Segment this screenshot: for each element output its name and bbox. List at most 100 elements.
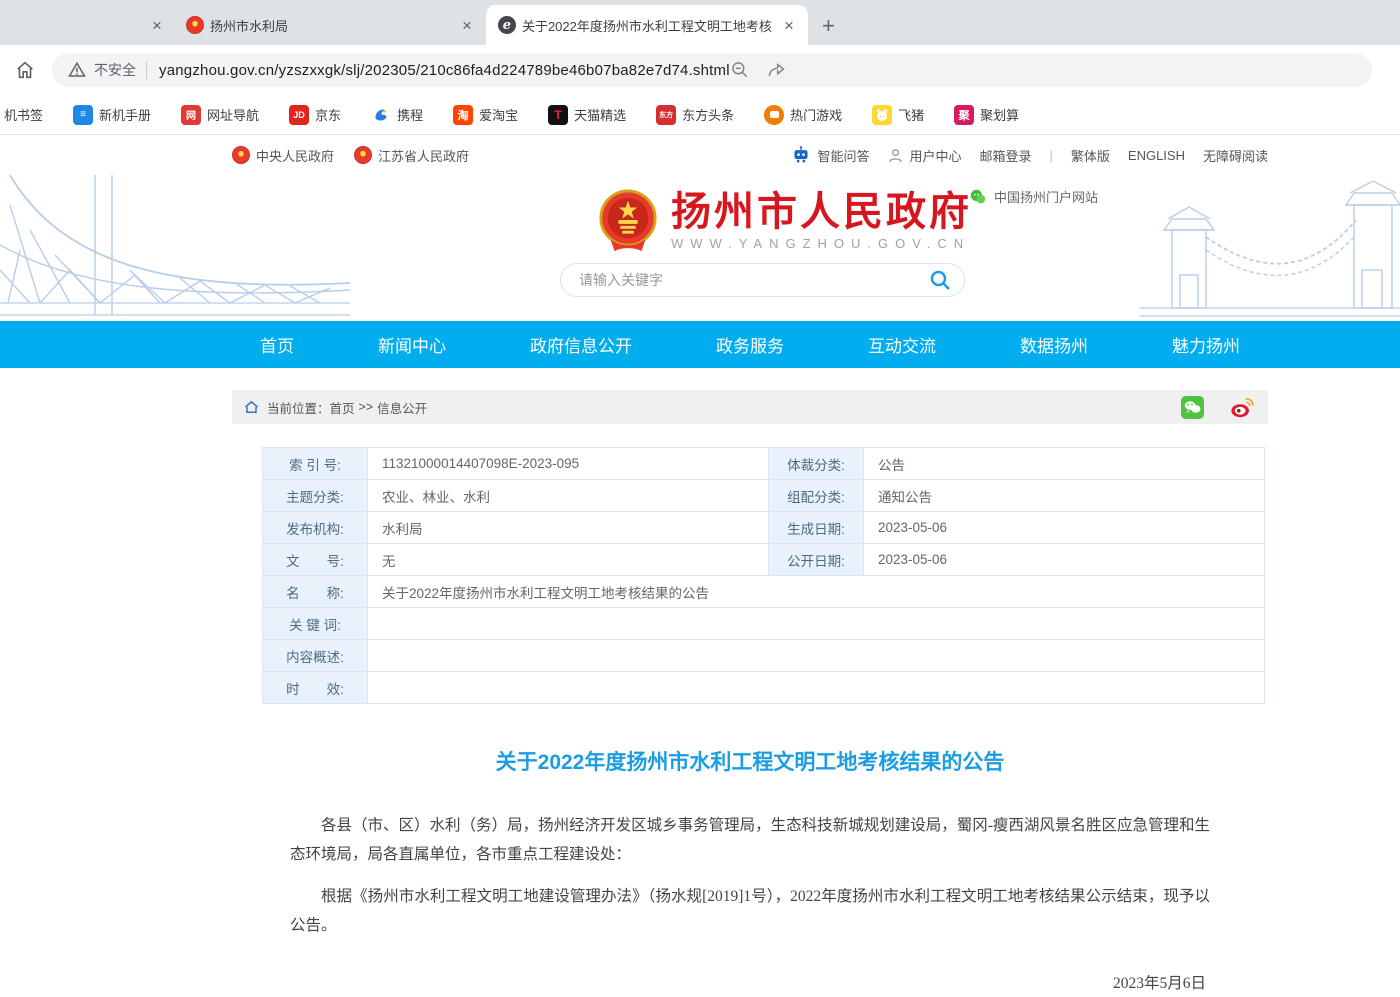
breadcrumb-prefix: 当前位置： bbox=[267, 398, 330, 417]
bookmark-fliggy[interactable]: 飞猪 bbox=[872, 105, 924, 125]
bookmark-manual[interactable]: ≡ 新机手册 bbox=[73, 105, 151, 125]
meta-label: 文 号: bbox=[263, 544, 368, 576]
table-row: 名 称: 关于2022年度扬州市水利工程文明工地考核结果的公告 bbox=[263, 576, 1265, 608]
breadcrumb: 当前位置： 首页 >> 信息公开 bbox=[232, 390, 1268, 424]
nav-site-icon: 网 bbox=[181, 105, 201, 125]
smart-qa-link[interactable]: 智能问答 bbox=[791, 146, 869, 165]
nav-charm[interactable]: 魅力扬州 bbox=[1172, 332, 1240, 357]
meta-label: 内容概述: bbox=[263, 640, 368, 672]
juhuasuan-icon: 聚 bbox=[954, 105, 974, 125]
breadcrumb-home-link[interactable]: 首页 bbox=[330, 398, 355, 417]
meta-value bbox=[368, 608, 1265, 640]
portal-link[interactable]: 中国扬州门户网站 bbox=[970, 187, 1098, 206]
table-row: 内容概述: bbox=[263, 640, 1265, 672]
wechat-share-icon[interactable] bbox=[1181, 396, 1204, 419]
site-title: 扬州市人民政府 bbox=[671, 191, 972, 233]
bookmark-nav-site[interactable]: 网 网址导航 bbox=[181, 105, 259, 125]
new-tab-button[interactable]: + bbox=[822, 13, 835, 39]
tab-active-announcement[interactable]: e 关于2022年度扬州市水利工程文明工地考核 × bbox=[486, 5, 808, 45]
user-center-link[interactable]: 用户中心 bbox=[887, 146, 961, 165]
site-search[interactable] bbox=[560, 263, 965, 297]
document-meta-table: 索 引 号: 11321000014407098E-2023-095 体裁分类:… bbox=[262, 447, 1265, 704]
link-central-gov[interactable]: 中央人民政府 bbox=[232, 146, 334, 165]
robot-icon bbox=[791, 146, 811, 164]
meta-label: 时 效: bbox=[263, 672, 368, 704]
manual-icon: ≡ bbox=[73, 105, 93, 125]
national-emblem-icon bbox=[232, 146, 250, 164]
search-input[interactable] bbox=[579, 272, 928, 288]
url-text[interactable]: yangzhou.gov.cn/yzszxxgk/slj/202305/210c… bbox=[159, 62, 730, 79]
close-icon[interactable]: × bbox=[780, 15, 798, 36]
meta-label: 主题分类: bbox=[263, 480, 368, 512]
share-icon[interactable] bbox=[766, 60, 786, 80]
dongfang-toutiao-icon: 东方 bbox=[656, 105, 676, 125]
link-jiangsu-gov[interactable]: 江苏省人民政府 bbox=[354, 146, 469, 165]
meta-value: 无 bbox=[368, 544, 769, 576]
mail-login-link[interactable]: 邮箱登录 bbox=[979, 146, 1031, 165]
meta-value: 2023-05-06 bbox=[864, 512, 1265, 544]
bookmark-juhuasuan[interactable]: 聚 聚划算 bbox=[954, 105, 1019, 125]
tab-cutoff[interactable]: × bbox=[140, 5, 174, 45]
nav-data[interactable]: 数据扬州 bbox=[1020, 332, 1088, 357]
tab-title: 关于2022年度扬州市水利工程文明工地考核 bbox=[522, 16, 774, 35]
address-bar[interactable]: 不安全 yangzhou.gov.cn/yzszxxgk/slj/202305/… bbox=[52, 53, 1372, 87]
bookmark-tmall[interactable]: T 天猫精选 bbox=[548, 105, 626, 125]
english-link[interactable]: ENGLISH bbox=[1128, 148, 1185, 163]
bookmark-cutoff[interactable]: 机书签 bbox=[4, 105, 43, 124]
main-nav-bar: 首页 新闻中心 政府信息公开 政务服务 互动交流 数据扬州 魅力扬州 bbox=[0, 321, 1400, 368]
gov-utility-bar: 中央人民政府 江苏省人民政府 智能问答 用户中心 邮 bbox=[0, 135, 1400, 175]
nav-info-disclosure[interactable]: 政府信息公开 bbox=[530, 332, 632, 357]
address-divider bbox=[146, 61, 147, 79]
announcement-article: 关于2022年度扬州市水利工程文明工地考核结果的公告 各县（市、区）水利（务）局… bbox=[232, 746, 1268, 997]
meta-value bbox=[368, 640, 1265, 672]
meta-value: 水利局 bbox=[368, 512, 769, 544]
zoom-out-icon[interactable] bbox=[730, 60, 750, 80]
fliggy-pig-icon bbox=[872, 105, 892, 125]
user-icon bbox=[887, 147, 904, 164]
meta-value: 2023-05-06 bbox=[864, 544, 1265, 576]
meta-label: 发布机构: bbox=[263, 512, 368, 544]
article-date: 2023年5月6日 bbox=[290, 971, 1210, 993]
nav-interaction[interactable]: 互动交流 bbox=[868, 332, 936, 357]
weibo-share-icon[interactable] bbox=[1230, 396, 1254, 419]
breadcrumb-section-link[interactable]: 信息公开 bbox=[377, 398, 427, 417]
table-row: 文 号: 无 公开日期: 2023-05-06 bbox=[263, 544, 1265, 576]
jd-icon: JD bbox=[289, 105, 309, 125]
table-row: 索 引 号: 11321000014407098E-2023-095 体裁分类:… bbox=[263, 448, 1265, 480]
page-title: 关于2022年度扬州市水利工程文明工地考核结果的公告 bbox=[290, 746, 1210, 776]
meta-value bbox=[368, 672, 1265, 704]
meta-value: 通知公告 bbox=[864, 480, 1265, 512]
browser-toolbar: 不安全 yangzhou.gov.cn/yzszxxgk/slj/202305/… bbox=[0, 45, 1400, 95]
bookmark-ctrip[interactable]: 携程 bbox=[371, 105, 423, 125]
taobao-icon: 淘 bbox=[453, 105, 473, 125]
tab-shuiliju[interactable]: 扬州市水利局 × bbox=[174, 5, 486, 45]
meta-value: 公告 bbox=[864, 448, 1265, 480]
site-banner: 扬州市人民政府 WWW.YANGZHOU.GOV.CN 中国扬州门户网站 bbox=[0, 175, 1400, 321]
meta-label: 体裁分类: bbox=[769, 448, 864, 480]
home-icon bbox=[244, 400, 259, 414]
bookmark-aitaobao[interactable]: 淘 爱淘宝 bbox=[453, 105, 518, 125]
table-row: 时 效: bbox=[263, 672, 1265, 704]
close-icon[interactable]: × bbox=[458, 15, 476, 36]
breadcrumb-separator: >> bbox=[359, 400, 374, 414]
nav-news[interactable]: 新闻中心 bbox=[378, 332, 446, 357]
tmall-icon: T bbox=[548, 105, 568, 125]
nav-services[interactable]: 政务服务 bbox=[716, 332, 784, 357]
article-paragraph: 根据《扬州市水利工程文明工地建设管理办法》（扬水规[2019]1号），2022年… bbox=[290, 883, 1210, 940]
meta-value: 农业、林业、水利 bbox=[368, 480, 769, 512]
accessibility-link[interactable]: 无障碍阅读 bbox=[1203, 146, 1268, 165]
table-row: 发布机构: 水利局 生成日期: 2023-05-06 bbox=[263, 512, 1265, 544]
warning-icon bbox=[68, 61, 86, 79]
wechat-portal-icon bbox=[970, 189, 986, 205]
search-icon[interactable] bbox=[928, 268, 952, 292]
national-emblem-favicon bbox=[186, 16, 204, 34]
traditional-link[interactable]: 繁体版 bbox=[1071, 146, 1110, 165]
close-icon[interactable]: × bbox=[148, 15, 166, 36]
bookmarks-bar: 机书签 ≡ 新机手册 网 网址导航 JD 京东 携程 淘 爱淘宝 T 天猫精选 … bbox=[0, 95, 1400, 135]
nav-home[interactable]: 首页 bbox=[260, 332, 294, 357]
utility-divider: | bbox=[1050, 148, 1053, 163]
bookmark-jd[interactable]: JD 京东 bbox=[289, 105, 341, 125]
home-icon[interactable] bbox=[14, 59, 36, 81]
bookmark-games[interactable]: 热门游戏 bbox=[764, 105, 842, 125]
bookmark-toutiao[interactable]: 东方 东方头条 bbox=[656, 105, 734, 125]
